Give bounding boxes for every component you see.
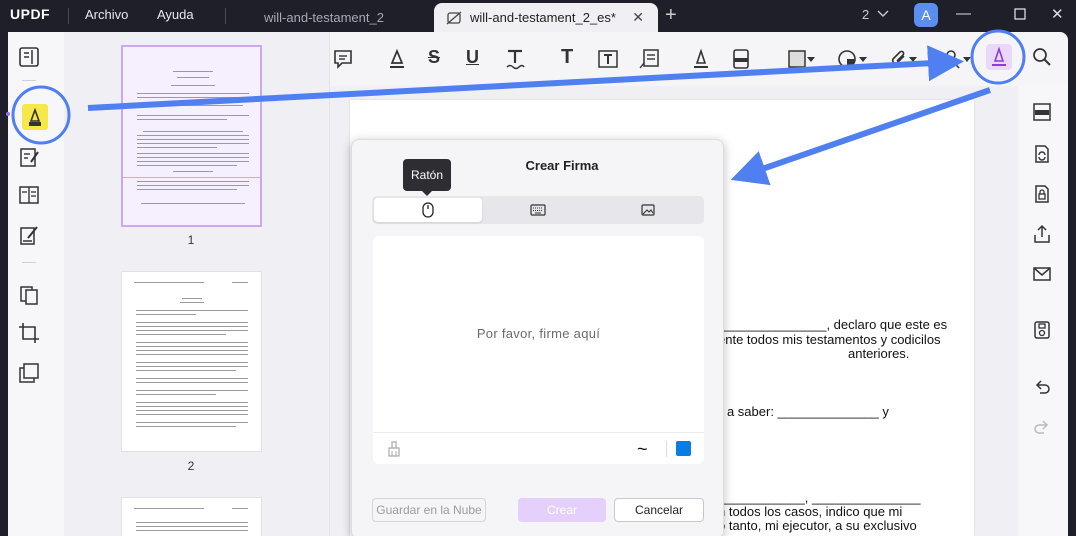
create-button[interactable]: Crear [518, 498, 606, 522]
doc-line: ____________, _______________ [718, 490, 921, 505]
chevron-down-icon[interactable] [908, 54, 918, 64]
text-comment-icon[interactable]: T [561, 46, 573, 69]
divider [225, 8, 226, 24]
maximize-icon[interactable] [1014, 8, 1026, 20]
color-swatch[interactable] [676, 441, 691, 456]
mouse-icon [422, 202, 434, 218]
edit-off-icon [446, 11, 462, 24]
title-bar: UPDF Archivo Ayuda will-and-testament_2 … [0, 0, 1076, 32]
window-close-icon[interactable]: ✕ [1051, 5, 1064, 23]
updf-logo: UPDF [10, 6, 51, 22]
undo-icon[interactable] [1032, 378, 1052, 398]
page-thumbnail-3[interactable] [121, 497, 262, 536]
tab-will-and-testament-es[interactable]: will-and-testament_2_es* ✕ [434, 3, 658, 32]
signature-placeholder: Por favor, firme aquí [476, 326, 601, 341]
signature-mode-selector [372, 196, 704, 224]
attachment-icon[interactable] [888, 48, 910, 70]
page-thumbnail-1[interactable] [121, 45, 262, 227]
clear-brush-icon[interactable] [387, 441, 401, 457]
signature-pen-icon [992, 46, 1006, 66]
page-number-1: 1 [187, 233, 195, 247]
stroke-width-icon[interactable]: ~ [637, 439, 648, 460]
convert-icon[interactable] [1032, 144, 1052, 164]
chevron-down-icon[interactable] [806, 54, 816, 64]
chevron-down-icon [877, 10, 889, 17]
mode-keyboard[interactable] [484, 198, 592, 222]
email-icon[interactable] [1032, 264, 1052, 284]
mode-mouse[interactable] [374, 198, 482, 222]
minimize-icon[interactable]: — [956, 5, 971, 22]
redo-icon[interactable] [1032, 418, 1052, 438]
divider [22, 262, 36, 263]
shape-icon[interactable] [786, 48, 808, 70]
protect-icon[interactable] [1032, 184, 1052, 204]
window-count-dropdown[interactable]: 2 [862, 7, 889, 22]
squiggly-icon[interactable] [504, 48, 526, 70]
stamp-person-icon[interactable] [940, 48, 962, 70]
doc-line: _______________, declaro que este es [718, 317, 948, 332]
text-box-icon[interactable] [597, 48, 619, 70]
image-icon [641, 204, 655, 216]
search-icon[interactable] [1032, 47, 1052, 67]
menu-file[interactable]: Archivo [85, 7, 128, 22]
tab-label: will-and-testament_2_es* [470, 10, 616, 25]
signature-canvas[interactable]: Por favor, firme aquí ~ [373, 236, 704, 464]
organize-pages-icon[interactable] [18, 284, 40, 306]
canvas-toolbar: ~ [373, 432, 704, 464]
form-icon[interactable] [18, 184, 40, 206]
keyboard-icon [530, 204, 546, 216]
chevron-down-icon[interactable] [962, 54, 972, 64]
reader-icon[interactable] [18, 46, 40, 68]
doc-line: ente todos mis testamentos y codicilos [718, 332, 941, 347]
eraser-icon[interactable] [730, 48, 752, 70]
sticky-note-icon[interactable] [332, 48, 354, 70]
save-icon[interactable] [1032, 320, 1052, 340]
doc-line: n todos los casos, indico que mi [718, 504, 903, 519]
divider [22, 80, 36, 81]
share-icon[interactable] [1032, 224, 1052, 244]
page-thumbnail-2[interactable] [121, 271, 262, 452]
text-callout-icon[interactable] [638, 48, 660, 70]
ocr-icon[interactable] [1032, 102, 1052, 122]
tab-label: will-and-testament_2 [264, 10, 384, 25]
chevron-down-icon[interactable] [858, 54, 868, 64]
mode-image[interactable] [594, 198, 702, 222]
doc-line: os, a saber: ______________ y [706, 404, 889, 419]
underline-icon[interactable]: U [466, 47, 479, 68]
strikethrough-icon[interactable]: S [428, 47, 440, 68]
menu-help[interactable]: Ayuda [157, 7, 194, 22]
cancel-button[interactable]: Cancelar [614, 498, 704, 522]
fill-sign-icon[interactable] [18, 224, 40, 246]
layers-icon[interactable] [18, 362, 40, 384]
doc-line: anteriores. [848, 346, 910, 361]
divider [68, 8, 69, 24]
doc-line: o tanto, mi ejecutor, a su exclusivo [718, 518, 917, 533]
stamp-icon[interactable] [836, 48, 858, 70]
pencil-icon[interactable] [690, 48, 712, 70]
new-tab-plus-icon[interactable]: + [665, 4, 677, 27]
avatar[interactable]: A [914, 3, 938, 27]
save-to-cloud-button[interactable]: Guardar en la Nube [372, 498, 486, 522]
comment-highlighter-icon[interactable] [22, 104, 48, 130]
mouse-tooltip: Ratón [403, 159, 451, 196]
signature-button[interactable] [986, 44, 1012, 70]
page-number-2: 2 [187, 459, 195, 473]
edit-pdf-icon[interactable] [18, 146, 40, 168]
close-icon[interactable]: ✕ [632, 9, 644, 26]
divider [666, 441, 667, 457]
highlighter-icon[interactable] [386, 48, 408, 70]
tab-will-and-testament[interactable]: will-and-testament_2 [264, 3, 384, 32]
crop-icon[interactable] [18, 322, 40, 344]
